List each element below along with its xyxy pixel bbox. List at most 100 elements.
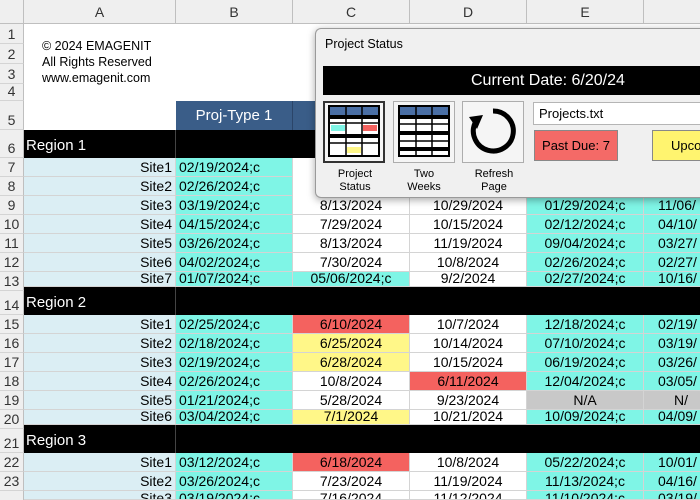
date-cell[interactable]: 10/21/2024: [410, 410, 527, 425]
date-cell[interactable]: 11/10/2024;c: [527, 491, 644, 500]
site-cell[interactable]: Site4: [24, 215, 176, 234]
date-cell[interactable]: 9/2/2024: [410, 272, 527, 287]
date-cell[interactable]: 07/10/2024;c: [527, 334, 644, 353]
date-cell[interactable]: N/A: [527, 391, 644, 410]
date-cell[interactable]: 04/02/2024;c: [176, 253, 293, 272]
date-cell[interactable]: 01/21/2024;c: [176, 391, 293, 410]
date-cell[interactable]: 03/04/2024;c: [176, 410, 293, 425]
site-cell[interactable]: Site5: [24, 391, 176, 410]
row-header-18[interactable]: 18: [0, 372, 24, 391]
site-cell[interactable]: Site2: [24, 472, 176, 491]
date-cell[interactable]: 8/13/2024: [293, 234, 410, 253]
date-cell[interactable]: 7/29/2024: [293, 215, 410, 234]
date-cell[interactable]: 04/15/2024;c: [176, 215, 293, 234]
date-cell[interactable]: 04/09/: [644, 410, 700, 425]
two-weeks-button[interactable]: [393, 101, 455, 163]
row-header-19[interactable]: 19: [0, 391, 24, 410]
date-cell[interactable]: 03/26/2024;c: [176, 234, 293, 253]
date-cell[interactable]: 10/14/2024: [410, 334, 527, 353]
date-cell[interactable]: 6/28/2024: [293, 353, 410, 372]
site-cell[interactable]: Site7: [24, 272, 176, 287]
date-cell[interactable]: 10/8/2024: [410, 453, 527, 472]
row-header-16[interactable]: 16: [0, 334, 24, 353]
row-header-14[interactable]: 14: [0, 291, 24, 315]
date-cell[interactable]: 10/01/: [644, 453, 700, 472]
column-header-a[interactable]: A: [24, 0, 176, 24]
date-cell[interactable]: 10/8/2024: [410, 253, 527, 272]
date-cell[interactable]: 8/13/2024: [293, 196, 410, 215]
row-header-2[interactable]: 2: [0, 44, 24, 64]
date-cell[interactable]: 6/10/2024: [293, 315, 410, 334]
file-name-field[interactable]: Projects.txt: [533, 102, 700, 125]
date-cell[interactable]: 10/29/2024: [410, 196, 527, 215]
site-cell[interactable]: Site1: [24, 315, 176, 334]
row-header-11[interactable]: 11: [0, 234, 24, 253]
date-cell[interactable]: 10/15/2024: [410, 215, 527, 234]
row-header-1[interactable]: 1: [0, 24, 24, 44]
date-cell[interactable]: 11/13/2024;c: [527, 472, 644, 491]
row-header-17[interactable]: 17: [0, 353, 24, 372]
date-cell[interactable]: 02/12/2024;c: [527, 215, 644, 234]
row-header-21[interactable]: 21: [0, 429, 24, 453]
column-header-b[interactable]: B: [176, 0, 293, 24]
row-header-5[interactable]: 5: [0, 101, 24, 130]
site-cell[interactable]: Site3: [24, 353, 176, 372]
date-cell[interactable]: 06/19/2024;c: [527, 353, 644, 372]
date-cell[interactable]: 03/19/2024;c: [176, 196, 293, 215]
row-header-9[interactable]: 9: [0, 196, 24, 215]
date-cell[interactable]: 10/8/2024: [293, 372, 410, 391]
date-cell[interactable]: 10/15/2024: [410, 353, 527, 372]
date-cell[interactable]: 7/1/2024: [293, 410, 410, 425]
column-header-e[interactable]: E: [527, 0, 644, 24]
site-cell[interactable]: Site1: [24, 158, 176, 177]
past-due-button[interactable]: Past Due: 7: [534, 130, 618, 161]
date-cell[interactable]: 04/10/: [644, 215, 700, 234]
date-cell[interactable]: 10/16/: [644, 272, 700, 287]
row-header-10[interactable]: 10: [0, 215, 24, 234]
region-row[interactable]: Region 2: [24, 287, 700, 315]
date-cell[interactable]: 10/09/2024;c: [527, 410, 644, 425]
date-cell[interactable]: 11/19/2024: [410, 234, 527, 253]
date-cell[interactable]: 02/25/2024;c: [176, 315, 293, 334]
date-cell[interactable]: 02/18/2024;c: [176, 334, 293, 353]
select-all-corner[interactable]: [0, 0, 24, 24]
row-header-13[interactable]: 13: [0, 272, 24, 291]
site-cell[interactable]: Site2: [24, 177, 176, 196]
date-cell[interactable]: 02/19/: [644, 315, 700, 334]
date-cell[interactable]: 03/26/2024;c: [176, 472, 293, 491]
date-cell[interactable]: 6/25/2024: [293, 334, 410, 353]
date-cell[interactable]: 03/19/: [644, 334, 700, 353]
date-cell[interactable]: 05/06/2024;c: [293, 272, 410, 287]
site-cell[interactable]: Site3: [24, 491, 176, 500]
date-cell[interactable]: 02/27/2024;c: [527, 272, 644, 287]
date-cell[interactable]: 11/12/2024: [410, 491, 527, 500]
date-cell[interactable]: 02/19/2024;c: [176, 353, 293, 372]
site-cell[interactable]: Site6: [24, 410, 176, 425]
date-cell[interactable]: 04/16/: [644, 472, 700, 491]
row-header-3[interactable]: 3: [0, 64, 24, 84]
date-cell[interactable]: 02/26/2024;c: [527, 253, 644, 272]
date-cell[interactable]: 03/19/: [644, 491, 700, 500]
date-cell[interactable]: 12/18/2024;c: [527, 315, 644, 334]
row-header-15[interactable]: 15: [0, 315, 24, 334]
date-cell[interactable]: 7/23/2024: [293, 472, 410, 491]
site-cell[interactable]: Site3: [24, 196, 176, 215]
refresh-page-button[interactable]: [462, 101, 524, 163]
date-cell[interactable]: 03/19/2024;c: [176, 491, 293, 500]
site-cell[interactable]: Site1: [24, 453, 176, 472]
date-cell[interactable]: 03/12/2024;c: [176, 453, 293, 472]
column-header-f[interactable]: [644, 0, 700, 24]
upcoming-button[interactable]: Upcoming: [652, 130, 700, 161]
row-header-24[interactable]: [0, 491, 24, 500]
header-proj-type-1[interactable]: Proj-Type 1: [176, 101, 293, 130]
region-row[interactable]: Region 3: [24, 425, 700, 453]
date-cell[interactable]: 02/27/: [644, 253, 700, 272]
row-header-8[interactable]: 8: [0, 177, 24, 196]
date-cell[interactable]: 02/26/2024;c: [176, 177, 293, 196]
date-cell[interactable]: 10/7/2024: [410, 315, 527, 334]
date-cell[interactable]: 5/28/2024: [293, 391, 410, 410]
date-cell[interactable]: 9/23/2024: [410, 391, 527, 410]
row-header-6[interactable]: 6: [0, 130, 24, 158]
row-header-4[interactable]: 4: [0, 83, 24, 101]
date-cell[interactable]: 03/05/: [644, 372, 700, 391]
